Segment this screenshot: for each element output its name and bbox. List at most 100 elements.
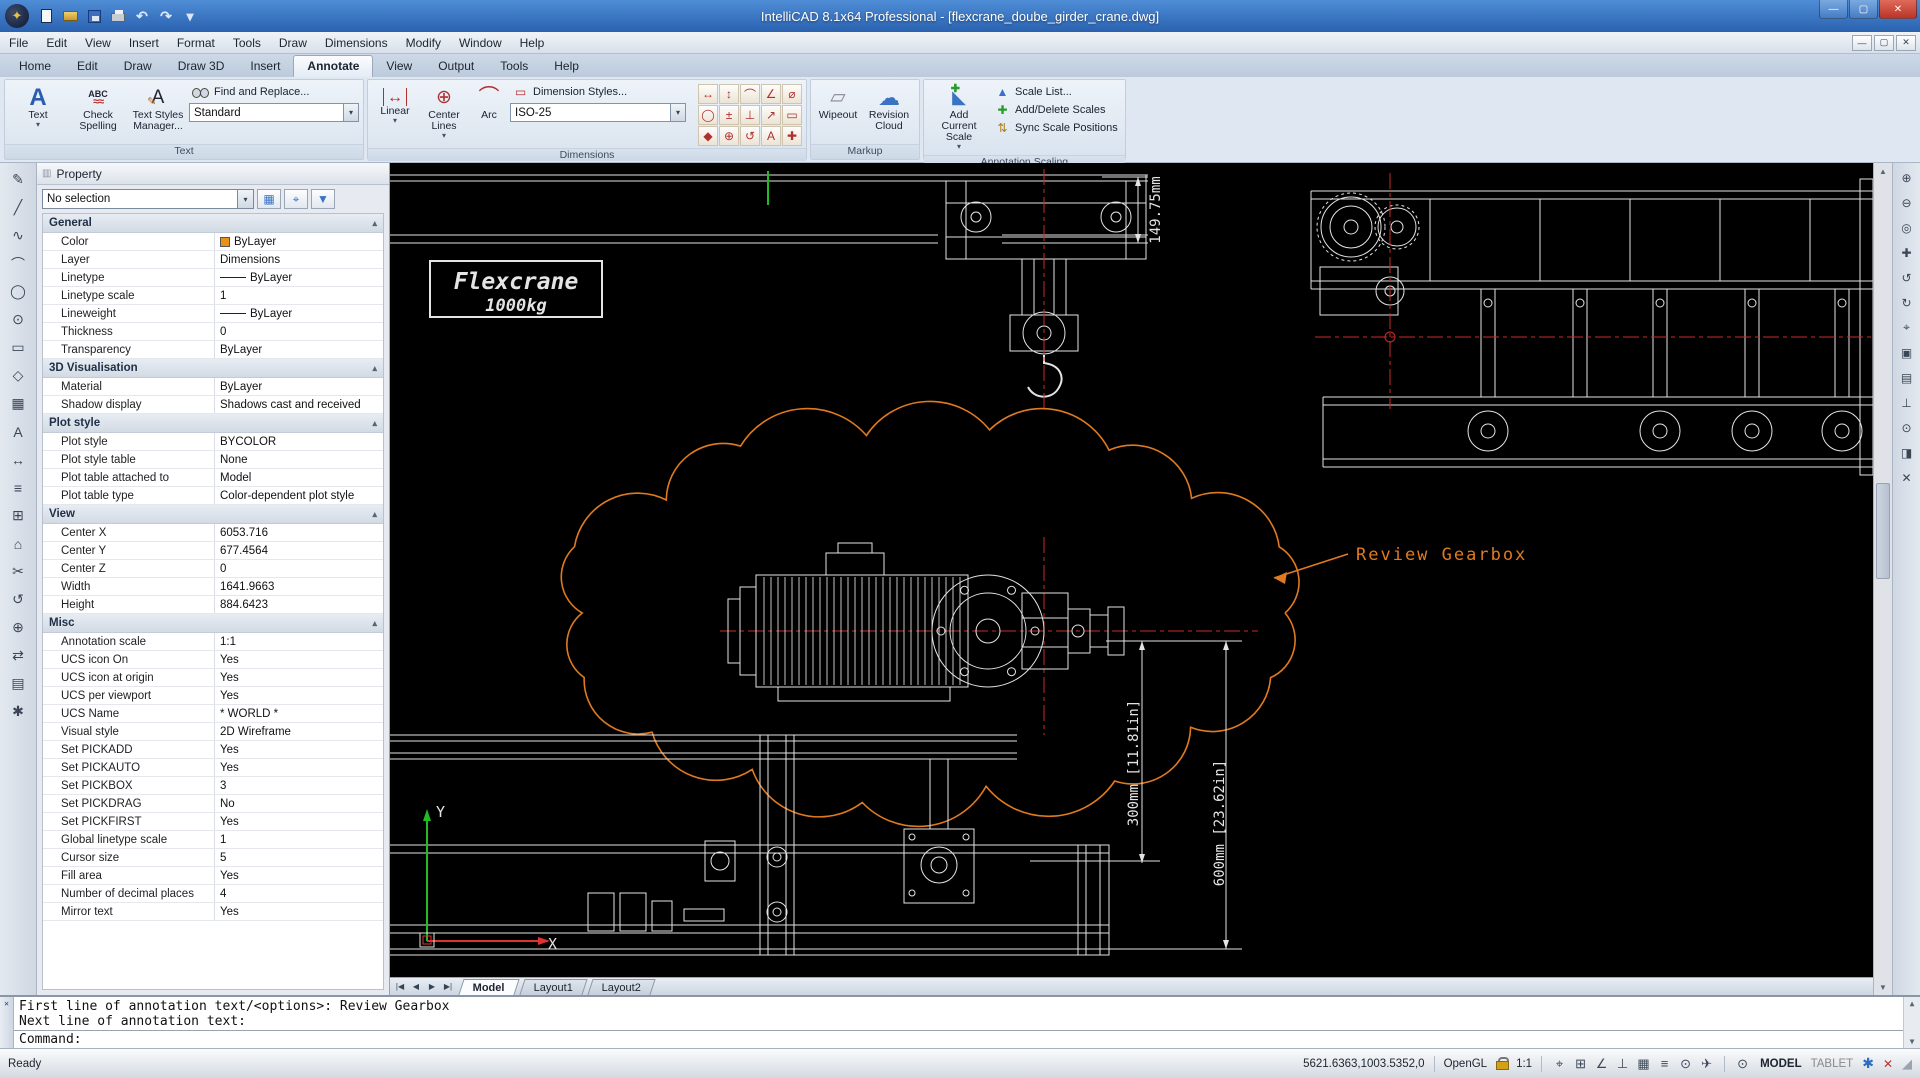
dimension-tool-icon[interactable]: ↺ xyxy=(740,126,760,146)
command-scrollbar[interactable]: ▲ ▼ xyxy=(1903,997,1920,1048)
dimension-tool-icon[interactable]: ◯ xyxy=(698,105,718,125)
ortho-icon[interactable]: ⊥ xyxy=(1614,1056,1631,1072)
polyline-icon[interactable]: ∿ xyxy=(5,223,31,248)
menu-item-format[interactable]: Format xyxy=(168,32,224,53)
sheets-icon[interactable]: ▤ xyxy=(1896,367,1918,388)
snap-icon[interactable]: ▦ xyxy=(1635,1056,1652,1072)
scroll-track[interactable] xyxy=(1874,179,1892,979)
dimension-icon[interactable]: ↔ xyxy=(5,447,31,472)
dimension-tool-icon[interactable]: ↕ xyxy=(719,84,739,104)
layout-tab-layout1[interactable]: Layout1 xyxy=(519,979,587,995)
property-value[interactable]: Yes xyxy=(215,813,383,830)
scale-list-button[interactable]: ▲Scale List... xyxy=(992,85,1121,100)
property-section-view[interactable]: View▴ xyxy=(43,505,383,524)
settings-gear-icon[interactable]: ✱ xyxy=(1862,1055,1874,1072)
property-value[interactable]: 1:1 xyxy=(215,633,383,650)
property-value[interactable]: ByLayer xyxy=(215,233,383,250)
ribbon-tab-home[interactable]: Home xyxy=(6,56,64,77)
save-button[interactable] xyxy=(83,5,105,27)
ribbon-tab-annotate[interactable]: Annotate xyxy=(293,55,373,77)
dimension-tool-icon[interactable]: ↗ xyxy=(761,105,781,125)
close-document-button[interactable]: ✕ xyxy=(1896,35,1916,51)
scroll-up-icon[interactable]: ▲ xyxy=(1910,999,1915,1008)
property-value[interactable]: Yes xyxy=(215,651,383,668)
ucs-icon[interactable]: ⊥ xyxy=(1896,392,1918,413)
dimension-tool-icon[interactable]: ∠ xyxy=(761,84,781,104)
property-value[interactable]: 0 xyxy=(215,560,383,577)
property-value[interactable]: 4 xyxy=(215,885,383,902)
ribbon-tab-tools[interactable]: Tools xyxy=(487,56,541,77)
open-file-button[interactable] xyxy=(59,5,81,27)
layout-nav-previous-button[interactable]: ◀ xyxy=(408,982,424,991)
zoom-icon[interactable]: ⊕ xyxy=(5,615,31,640)
property-value[interactable]: No xyxy=(215,795,383,812)
dimension-tool-icon[interactable]: ◆ xyxy=(698,126,718,146)
property-section-plot-style[interactable]: Plot style▴ xyxy=(43,414,383,433)
zoom-in-icon[interactable]: ⊕ xyxy=(1896,167,1918,188)
ribbon-tab-output[interactable]: Output xyxy=(425,56,487,77)
undo-button[interactable]: ↶ xyxy=(131,5,153,27)
circle-icon[interactable]: ◯ xyxy=(5,279,31,304)
command-input[interactable]: Command: xyxy=(14,1030,1903,1048)
drawing-vertical-scrollbar[interactable]: ▲ ▼ xyxy=(1873,163,1892,995)
linear-dimension-button[interactable]: ↔ Linear ▾ xyxy=(372,82,418,146)
title-block[interactable]: Flexcrane 1000kg xyxy=(430,261,602,317)
find-replace-button[interactable]: Find and Replace... xyxy=(189,85,359,100)
pencil-icon[interactable]: ✎ xyxy=(5,167,31,192)
arc-icon[interactable]: ⌒ xyxy=(5,251,31,276)
property-value[interactable]: 6053.716 xyxy=(215,524,383,541)
close-button[interactable]: ✕ xyxy=(1879,0,1917,19)
property-value[interactable]: Yes xyxy=(215,903,383,920)
grid-icon[interactable]: ⊞ xyxy=(5,503,31,528)
text-style-select[interactable]: Standard ▾ xyxy=(189,103,359,122)
wipeout-button[interactable]: ▱ Wipeout xyxy=(815,82,861,142)
dimension-tool-icon[interactable]: ⊕ xyxy=(719,126,739,146)
model-space-toggle[interactable]: MODEL xyxy=(1760,1058,1802,1070)
property-section-general[interactable]: General▴ xyxy=(43,214,383,233)
layout-nav-last-button[interactable]: ▶| xyxy=(440,982,456,991)
property-value[interactable]: 0 xyxy=(215,323,383,340)
ribbon-tab-draw-3d[interactable]: Draw 3D xyxy=(165,56,238,77)
home-icon[interactable]: ⌂ xyxy=(5,531,31,556)
ribbon-tab-edit[interactable]: Edit xyxy=(64,56,111,77)
regen-icon[interactable]: ↻ xyxy=(1896,292,1918,313)
scroll-up-icon[interactable]: ▲ xyxy=(1879,163,1887,179)
maximize-button[interactable]: ▢ xyxy=(1849,0,1878,19)
filter-button[interactable]: ▼ xyxy=(311,189,335,209)
ribbon-tab-draw[interactable]: Draw xyxy=(111,56,165,77)
property-value[interactable]: Yes xyxy=(215,759,383,776)
menu-item-tools[interactable]: Tools xyxy=(224,32,270,53)
ribbon-tab-view[interactable]: View xyxy=(373,56,425,77)
dynamic-ucs-icon[interactable]: ✈ xyxy=(1698,1056,1715,1072)
zoom-out-icon[interactable]: ⊖ xyxy=(1896,192,1918,213)
menu-item-edit[interactable]: Edit xyxy=(37,32,76,53)
quick-input-icon[interactable]: ⊙ xyxy=(1677,1056,1694,1072)
polygon-icon[interactable]: ◇ xyxy=(5,363,31,388)
orbit-icon[interactable]: ↺ xyxy=(1896,267,1918,288)
print-button[interactable] xyxy=(107,5,129,27)
property-value[interactable]: Yes xyxy=(215,867,383,884)
property-value[interactable]: 884.6423 xyxy=(215,596,383,613)
zoom-extents-icon[interactable]: ◎ xyxy=(1896,217,1918,238)
minimize-button[interactable]: — xyxy=(1819,0,1848,19)
ribbon-tab-insert[interactable]: Insert xyxy=(237,56,293,77)
property-value[interactable]: Yes xyxy=(215,669,383,686)
property-value[interactable]: ByLayer xyxy=(215,269,383,286)
property-value[interactable]: 5 xyxy=(215,849,383,866)
layout-tab-layout2[interactable]: Layout2 xyxy=(587,979,655,995)
property-panel-header[interactable]: ▥ Property xyxy=(37,163,389,185)
property-value[interactable]: 677.4564 xyxy=(215,542,383,559)
property-value[interactable]: 1 xyxy=(215,831,383,848)
property-value[interactable]: Yes xyxy=(215,687,383,704)
menu-item-help[interactable]: Help xyxy=(511,32,554,53)
cursor-coordinates[interactable]: 5621.6363,1003.5352,0 xyxy=(1303,1058,1425,1070)
property-value[interactable]: 1 xyxy=(215,287,383,304)
property-value[interactable]: ByLayer xyxy=(215,305,383,322)
tablet-toggle[interactable]: TABLET xyxy=(1811,1058,1854,1070)
line-icon[interactable]: ╱ xyxy=(5,195,31,220)
lock-icon[interactable] xyxy=(1496,1057,1507,1070)
dimension-tool-icon[interactable]: ▭ xyxy=(782,105,802,125)
property-value[interactable]: 2D Wireframe xyxy=(215,723,383,740)
minimize-document-button[interactable]: — xyxy=(1852,35,1872,51)
dimension-tool-icon[interactable]: ⌒ xyxy=(740,84,760,104)
